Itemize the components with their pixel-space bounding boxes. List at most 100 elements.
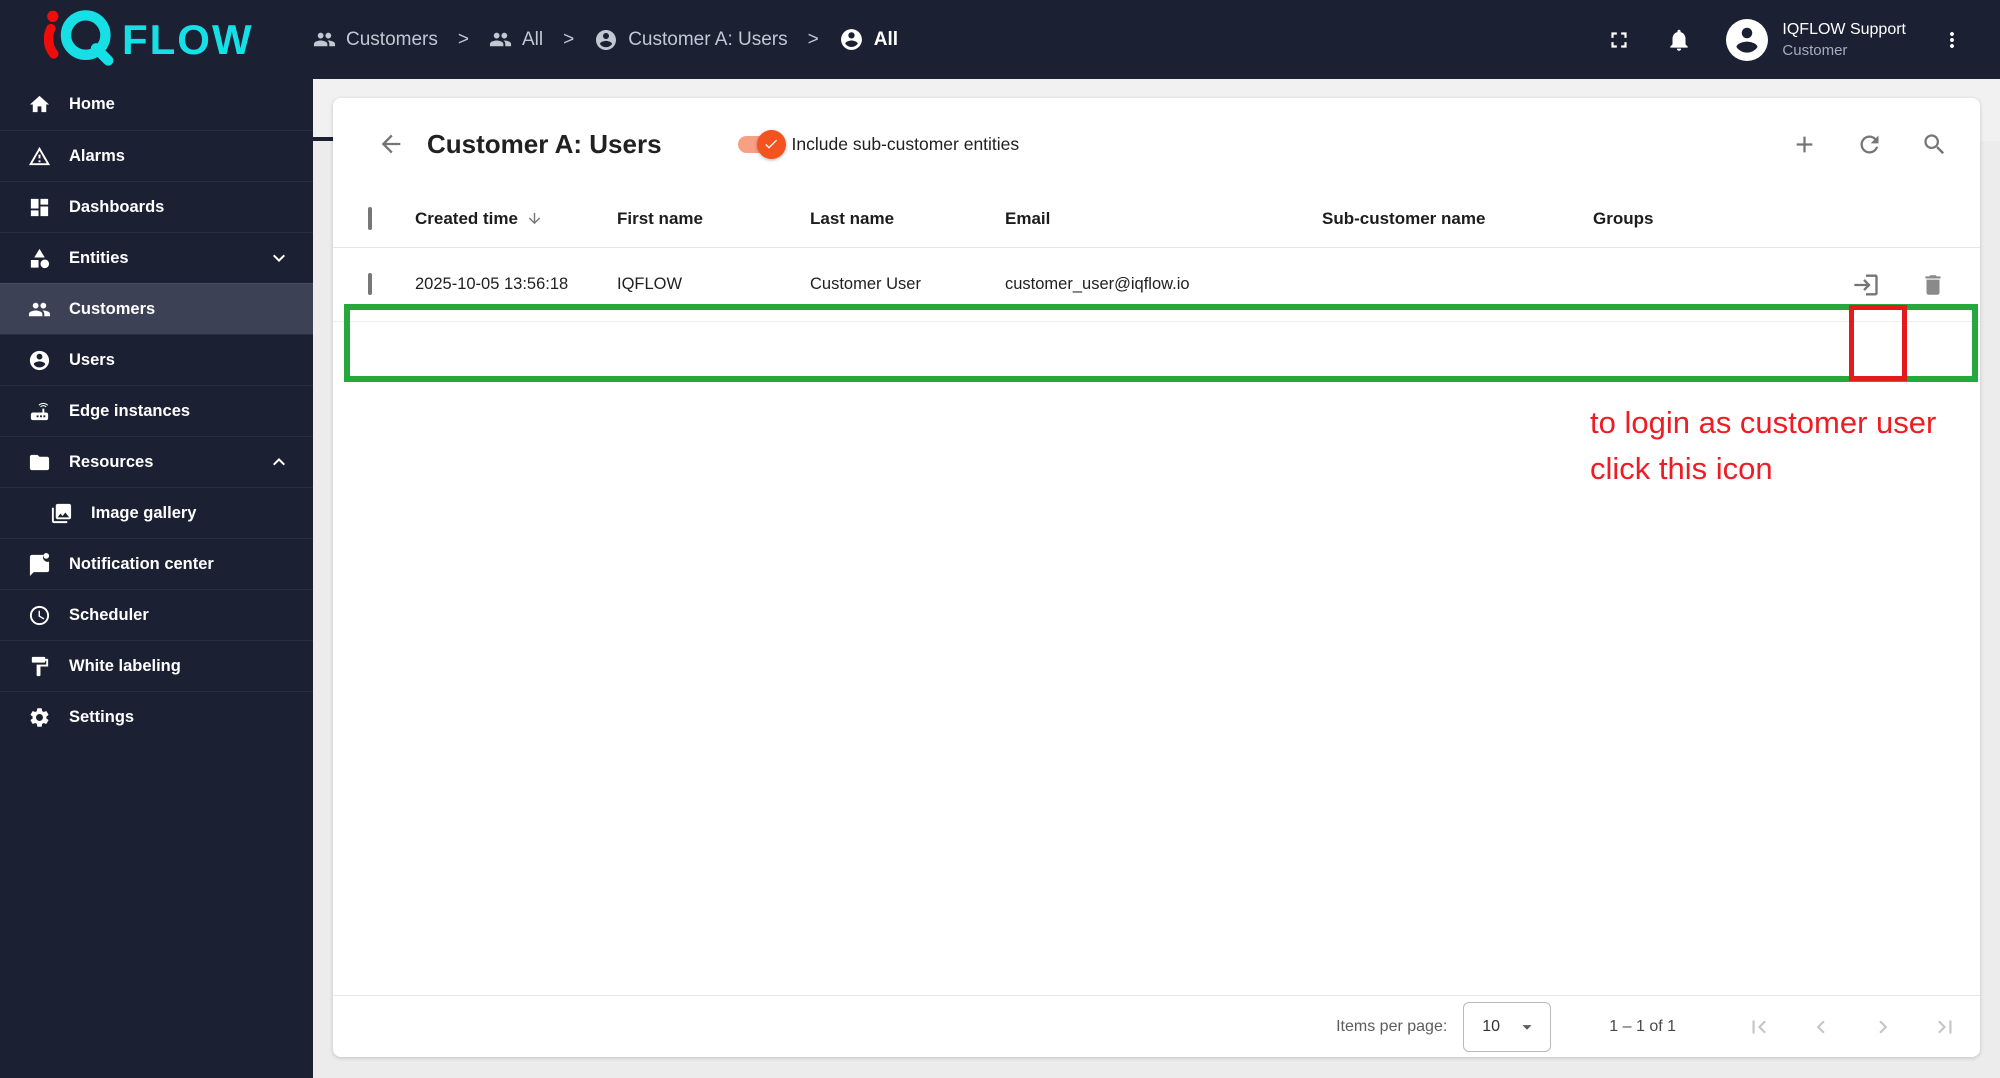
breadcrumb-item-customer-a-users[interactable]: Customer A: Users	[594, 28, 788, 52]
sidebar-item-resources[interactable]: Resources	[0, 436, 313, 487]
chevron-down-icon	[273, 254, 285, 262]
top-header: FLOW Customers > All > Customer A: Users…	[0, 0, 2000, 79]
photo-library-icon	[51, 503, 72, 523]
user-name: IQFLOW Support	[1782, 20, 1906, 38]
column-header-first-name[interactable]: First name	[617, 209, 810, 229]
avatar	[1726, 18, 1769, 61]
toggle-thumb-check-icon	[756, 129, 786, 159]
first-page-icon	[1752, 1020, 1766, 1033]
plus-icon	[1796, 136, 1813, 152]
login-as-user-button[interactable]	[1852, 271, 1880, 299]
row-select-cell	[333, 273, 415, 295]
last-page-button[interactable]	[1932, 1014, 1958, 1040]
trash-icon	[1925, 274, 1941, 295]
chevron-up-icon	[273, 458, 285, 466]
notifications-button[interactable]	[1666, 27, 1692, 53]
sidebar-item-scheduler[interactable]: Scheduler	[0, 589, 313, 640]
sidebar-item-settings[interactable]: Settings	[0, 691, 313, 742]
sidebar-item-notification-center[interactable]: Notification center	[0, 538, 313, 589]
brand-logo-icon	[43, 6, 118, 73]
home-icon	[29, 95, 50, 113]
person-icon	[1736, 27, 1758, 53]
cell-created-time: 2025-10-05 13:56:18	[415, 275, 569, 293]
column-header-sub-customer-name[interactable]: Sub-customer name	[1322, 209, 1593, 229]
column-header-groups[interactable]: Groups	[1593, 209, 1843, 229]
header-actions: IQFLOW Support Customer	[1606, 18, 2000, 61]
fullscreen-button[interactable]	[1606, 27, 1632, 53]
sidebar-item-image-gallery[interactable]: Image gallery	[0, 487, 313, 538]
dashboards-icon	[30, 198, 49, 216]
paint-icon	[31, 656, 49, 676]
pager-controls	[1746, 1014, 1958, 1040]
include-sub-customer-toggle[interactable]: Include sub-customer entities	[737, 129, 1020, 159]
next-page-button[interactable]	[1870, 1014, 1896, 1040]
gear-icon	[30, 707, 49, 727]
breadcrumb: Customers > All > Customer A: Users > Al…	[313, 27, 898, 52]
users-table-card: Customer A: Users Include sub-customer e…	[333, 98, 1980, 1057]
first-page-button[interactable]	[1746, 1014, 1772, 1040]
warning-icon	[28, 146, 51, 165]
sidebar-item-alarms[interactable]: Alarms	[0, 130, 313, 181]
breadcrumb-item-all-users[interactable]: All	[839, 27, 898, 52]
refresh-button[interactable]	[1856, 131, 1883, 158]
table-actions	[1791, 131, 1948, 158]
cell-email: customer_user@iqflow.io	[1005, 275, 1190, 293]
delete-user-button[interactable]	[1920, 272, 1946, 298]
column-header-last-name[interactable]: Last name	[810, 209, 1005, 229]
items-per-page-select[interactable]: 10	[1463, 1001, 1552, 1052]
clock-icon	[29, 605, 50, 625]
people-icon	[28, 302, 51, 316]
router-icon	[30, 402, 49, 420]
toggle-label: Include sub-customer entities	[791, 133, 1020, 154]
sidebar-item-entities[interactable]: Entities	[0, 232, 313, 283]
row-actions	[1843, 271, 1980, 299]
app-window: FLOW Customers > All > Customer A: Users…	[0, 0, 2000, 1078]
breadcrumb-separator: >	[563, 28, 575, 50]
select-all-checkbox[interactable]	[368, 206, 372, 230]
sidebar-item-home[interactable]: Home	[0, 79, 313, 130]
notification-icon	[29, 552, 50, 576]
sidebar-item-edge-instances[interactable]: Edge instances	[0, 385, 313, 436]
last-page-icon	[1938, 1020, 1952, 1033]
chevron-right-icon	[1879, 1020, 1888, 1033]
row-checkbox[interactable]	[368, 273, 372, 295]
items-per-page-label: Items per page:	[1336, 1017, 1448, 1035]
folder-icon	[29, 454, 50, 470]
category-icon	[30, 248, 50, 268]
bell-icon	[1670, 29, 1689, 51]
sidebar-item-customers[interactable]: Customers	[0, 283, 313, 334]
sort-arrow-down-icon	[528, 212, 541, 225]
items-per-page-value: 10	[1482, 1017, 1501, 1035]
main-content: All Groups Customer A: Users	[313, 79, 2000, 1078]
brand-logo[interactable]: FLOW	[0, 6, 313, 73]
people-icon	[489, 32, 512, 47]
search-button[interactable]	[1921, 131, 1948, 158]
cell-last-name: Customer User	[810, 275, 921, 293]
sidebar-item-white-labeling[interactable]: White labeling	[0, 640, 313, 691]
cell-first-name: IQFLOW	[617, 275, 683, 293]
people-icon	[313, 32, 336, 47]
table-header-row: Created time First name Last name Email …	[333, 190, 1980, 248]
account-circle-icon	[29, 350, 50, 370]
breadcrumb-item-customers[interactable]: Customers	[313, 28, 438, 51]
breadcrumb-item-all-customers[interactable]: All	[489, 28, 543, 51]
more-menu-button[interactable]	[1940, 28, 1964, 52]
user-role: Customer	[1782, 41, 1848, 59]
more-vert-icon	[1950, 31, 1954, 48]
login-icon	[1854, 274, 1878, 295]
back-button[interactable]	[377, 130, 405, 158]
add-user-button[interactable]	[1791, 131, 1818, 158]
sidebar-nav: Home Alarms Dashboards Entities Customer…	[0, 79, 313, 1078]
breadcrumb-separator: >	[457, 28, 469, 50]
table-row-user[interactable]: 2025-10-05 13:56:18 IQFLOW Customer User…	[333, 248, 1980, 322]
user-menu[interactable]: IQFLOW Support Customer	[1726, 18, 1906, 61]
breadcrumb-separator: >	[807, 28, 819, 50]
column-header-email[interactable]: Email	[1005, 209, 1322, 229]
select-all-cell	[333, 206, 415, 230]
page-range-label: 1 – 1 of 1	[1609, 1017, 1676, 1035]
column-header-created-time[interactable]: Created time	[415, 209, 617, 229]
sidebar-item-users[interactable]: Users	[0, 334, 313, 385]
sidebar-item-dashboards[interactable]: Dashboards	[0, 181, 313, 232]
arrow-back-icon	[381, 134, 401, 154]
previous-page-button[interactable]	[1808, 1014, 1834, 1040]
